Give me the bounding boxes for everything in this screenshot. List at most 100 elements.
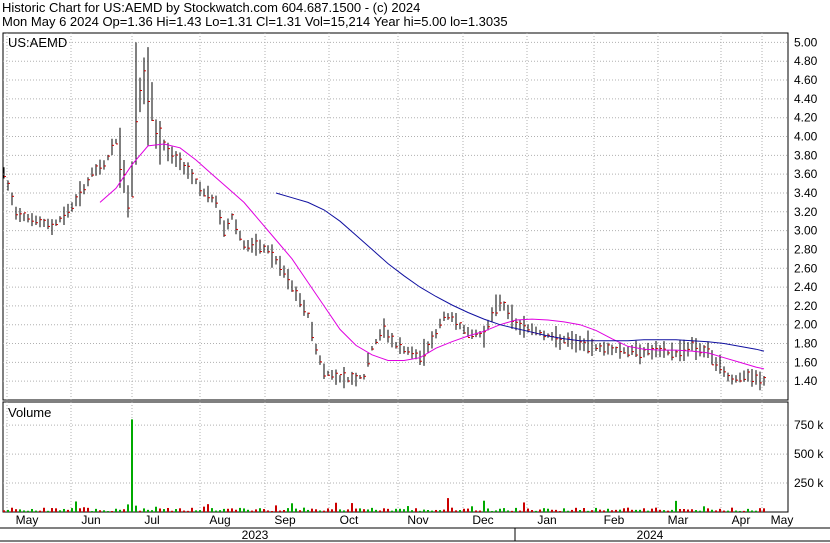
- volume-bar: [479, 510, 481, 512]
- price-tick-label: 2.80: [794, 242, 818, 256]
- volume-bar: [183, 510, 185, 512]
- volume-bar: [343, 510, 345, 512]
- volume-bar: [439, 510, 441, 512]
- volume-bar: [747, 508, 749, 512]
- volume-bar: [475, 510, 477, 512]
- volume-bar: [139, 510, 141, 512]
- volume-bar: [503, 508, 505, 512]
- price-tick-label: 3.40: [794, 186, 818, 200]
- volume-bar: [143, 508, 145, 512]
- volume-bar: [599, 509, 601, 512]
- price-tick-label: 2.20: [794, 299, 818, 313]
- volume-bar: [611, 510, 613, 512]
- volume-bar: [179, 508, 181, 512]
- volume-bar: [95, 508, 97, 512]
- volume-bar: [59, 510, 61, 512]
- volume-bar: [7, 509, 9, 512]
- volume-bar: [283, 509, 285, 512]
- volume-bar: [495, 510, 497, 512]
- volume-bar: [155, 506, 157, 512]
- volume-bar: [563, 508, 565, 512]
- volume-bar: [35, 510, 37, 512]
- volume-bar: [715, 510, 717, 512]
- volume-bar: [711, 509, 713, 512]
- volume-bar: [359, 508, 361, 512]
- volume-bar: [751, 510, 753, 512]
- volume-bar: [395, 508, 397, 512]
- volume-bar: [331, 509, 333, 512]
- volume-bar: [243, 508, 245, 512]
- volume-bar: [311, 508, 313, 512]
- volume-bar: [435, 509, 437, 512]
- volume-bar: [199, 510, 201, 512]
- volume-bar: [675, 500, 677, 512]
- volume-bar: [703, 506, 705, 512]
- volume-bar: [679, 509, 681, 512]
- volume-bar: [71, 508, 73, 512]
- volume-bar: [587, 510, 589, 512]
- volume-bar: [687, 509, 689, 512]
- month-label: May: [771, 513, 794, 527]
- volume-bar: [123, 509, 125, 512]
- volume-bar: [759, 508, 761, 512]
- volume-bar: [411, 510, 413, 512]
- volume-bar: [307, 509, 309, 512]
- month-label: Aug: [209, 513, 230, 527]
- volume-bar: [251, 510, 253, 512]
- volume-bar: [763, 508, 765, 512]
- volume-bar: [507, 510, 509, 512]
- month-label: Feb: [604, 513, 625, 527]
- volume-bar: [203, 506, 205, 512]
- volume-bar: [647, 510, 649, 512]
- price-tick-label: 3.80: [794, 148, 818, 162]
- volume-bar: [655, 507, 657, 512]
- volume-bar: [259, 508, 261, 512]
- volume-bar: [519, 510, 521, 512]
- volume-bar: [63, 508, 65, 512]
- price-tick-label: 1.40: [794, 374, 818, 388]
- volume-bar: [271, 511, 273, 512]
- volume-bar: [459, 510, 461, 512]
- volume-bar: [107, 511, 109, 512]
- volume-bar: [119, 509, 121, 512]
- volume-bar: [339, 509, 341, 512]
- volume-bar: [207, 504, 209, 512]
- price-tick-label: 4.80: [794, 54, 818, 68]
- volume-bar: [631, 509, 633, 512]
- volume-bar: [735, 510, 737, 512]
- volume-bar: [607, 508, 609, 512]
- volume-bar: [639, 509, 641, 512]
- volume-bar: [667, 510, 669, 512]
- volume-bar: [159, 508, 161, 512]
- volume-tick-label: 500 k: [794, 447, 824, 461]
- volume-bar: [131, 419, 133, 512]
- volume-bar: [275, 505, 277, 512]
- volume-bar: [743, 510, 745, 512]
- volume-bar: [83, 507, 85, 512]
- volume-bar: [75, 501, 77, 512]
- volume-bar: [11, 507, 13, 512]
- volume-bar: [175, 509, 177, 512]
- volume-bar: [463, 508, 465, 512]
- volume-bar: [603, 510, 605, 512]
- volume-bar: [443, 509, 445, 512]
- volume-bar: [643, 508, 645, 512]
- stock-chart: 5.00 4.80 4.60 4.40 4.20 4.00 3.80 3.60 3.40 3.20…: [0, 32, 830, 542]
- volume-bar: [399, 508, 401, 512]
- volume-bar: [299, 510, 301, 512]
- volume-bar: [671, 509, 673, 512]
- volume-bar: [663, 510, 665, 512]
- volume-bar: [527, 508, 529, 512]
- volume-bar: [551, 509, 553, 512]
- month-label: Dec: [472, 513, 493, 527]
- volume-bar: [163, 509, 165, 512]
- volume-bar: [379, 510, 381, 512]
- volume-bar: [211, 508, 213, 512]
- volume-bar: [407, 506, 409, 512]
- volume-bar: [67, 509, 69, 512]
- volume-bar: [255, 509, 257, 512]
- volume-bar: [187, 510, 189, 512]
- price-tick-label: 1.80: [794, 337, 818, 351]
- volume-bar: [319, 510, 321, 512]
- volume-bar: [575, 507, 577, 512]
